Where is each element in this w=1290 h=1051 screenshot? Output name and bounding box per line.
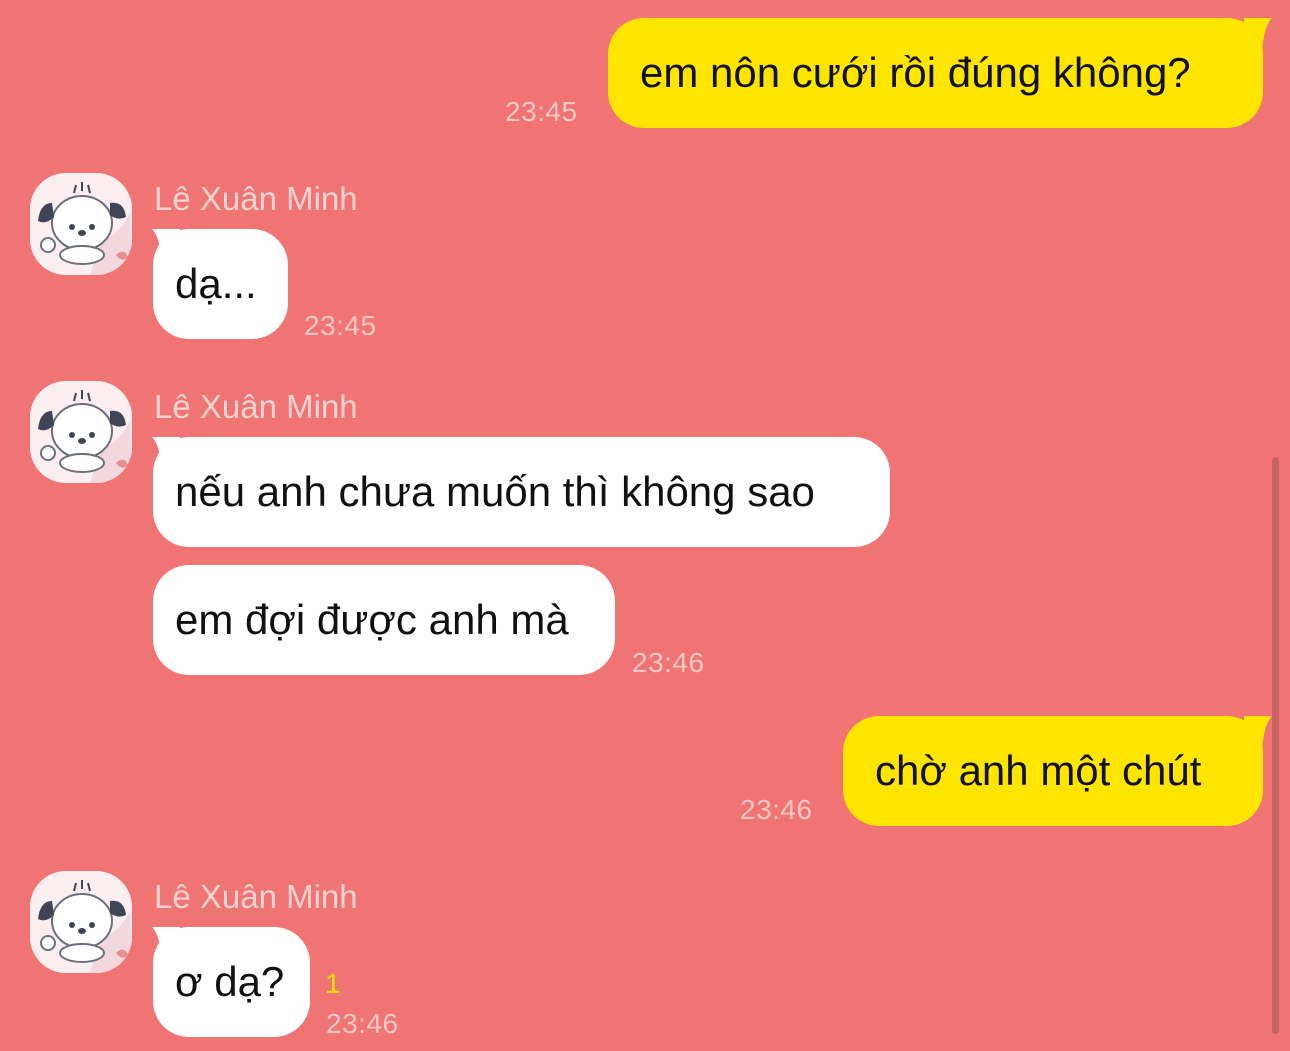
message-text: nếu anh chưa muốn thì không sao (175, 468, 815, 515)
message-text: chờ anh một chút (875, 747, 1202, 794)
outgoing-message-bubble[interactable]: em nôn cưới rồi đúng không? (608, 18, 1263, 128)
message-text: ơ dạ? (175, 958, 285, 1005)
sender-name: Lê Xuân Minh (154, 388, 358, 425)
bubble-tail-icon (1244, 18, 1272, 52)
contact-avatar[interactable] (30, 173, 132, 275)
message-timestamp: 23:46 (740, 794, 813, 825)
message-text: dạ... (175, 260, 257, 307)
contact-avatar[interactable] (30, 381, 132, 483)
message-text: em nôn cưới rồi đúng không? (640, 49, 1191, 96)
sender-name: Lê Xuân Minh (154, 180, 358, 217)
vertical-scrollbar[interactable] (1272, 457, 1279, 1034)
incoming-message-bubble[interactable]: dạ... (153, 229, 288, 339)
sender-name: Lê Xuân Minh (154, 878, 358, 915)
pochacco-avatar-icon (30, 381, 132, 483)
message-text: em đợi được anh mà (175, 596, 569, 643)
message-timestamp: 23:45 (505, 96, 578, 127)
pochacco-avatar-icon (30, 871, 132, 973)
pochacco-avatar-icon (30, 173, 132, 275)
incoming-message-bubble[interactable]: nếu anh chưa muốn thì không sao (153, 437, 890, 547)
outgoing-message-bubble[interactable]: chờ anh một chút (843, 716, 1263, 826)
unread-count-badge: 1 (325, 968, 341, 999)
message-timestamp: 23:46 (326, 1008, 399, 1039)
incoming-message-bubble[interactable]: ơ dạ? (153, 927, 310, 1037)
message-timestamp: 23:46 (632, 647, 705, 678)
chat-message-list[interactable]: em nôn cưới rồi đúng không? 23:45 Lê Xuâ… (0, 0, 1290, 1051)
message-timestamp: 23:45 (304, 310, 377, 341)
contact-avatar[interactable] (30, 871, 132, 973)
incoming-message-bubble[interactable]: em đợi được anh mà (153, 565, 615, 675)
